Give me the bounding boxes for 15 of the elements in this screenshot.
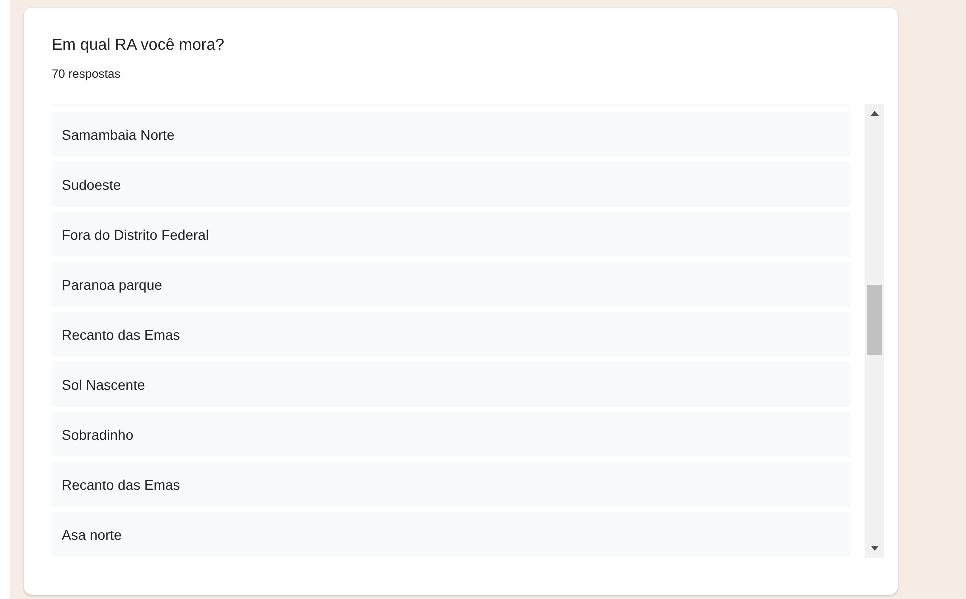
response-item: Recanto das Emas [52, 312, 851, 357]
response-item: Sol Nascente [52, 362, 851, 407]
response-item: Sudoeste [52, 162, 851, 207]
scroll-thumb[interactable] [867, 285, 882, 355]
response-item: Paranoa parque [52, 262, 851, 307]
question-title: Em qual RA você mora? [52, 36, 226, 56]
response-item: Sobradinho [52, 412, 851, 457]
response-item: Recanto das Emas [52, 462, 851, 507]
scroll-down-icon[interactable] [870, 546, 878, 551]
scroll-up-icon[interactable] [870, 111, 878, 116]
response-item: Fora do Distrito Federal [52, 212, 851, 257]
response-item: Samambaia Norte [52, 112, 851, 157]
response-count: 70 respostas [52, 66, 122, 82]
scrollbar[interactable] [865, 104, 884, 558]
response-item: Asa norte [52, 512, 851, 557]
